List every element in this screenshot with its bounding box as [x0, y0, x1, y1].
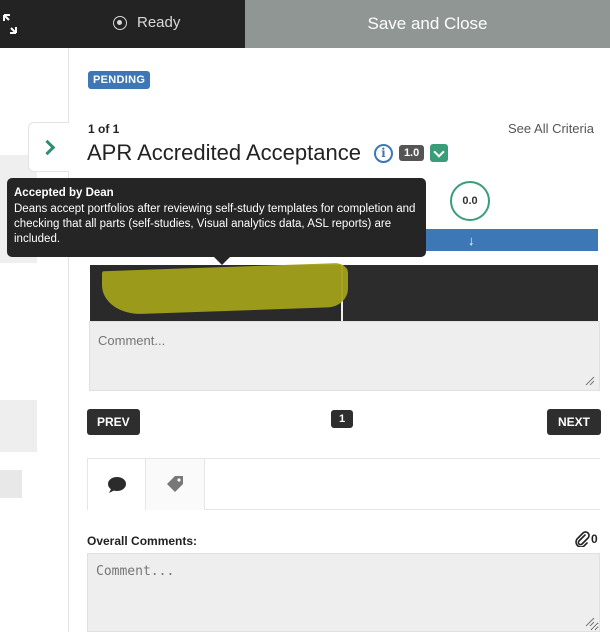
arrow-down-icon: ↓ — [468, 233, 475, 248]
level-tooltip: Accepted by Dean Deans accept portfolios… — [7, 178, 426, 265]
resize-handle-icon[interactable] — [585, 376, 595, 386]
left-panel-row — [0, 400, 37, 452]
see-all-criteria-link[interactable]: See All Criteria — [508, 121, 594, 136]
score-circle: 0.0 — [450, 181, 490, 221]
chevron-right-icon — [39, 139, 55, 155]
top-toolbar: Ready Save and Close — [0, 0, 610, 48]
left-panel-row — [0, 470, 22, 498]
rubric-level[interactable] — [343, 265, 598, 321]
criterion-counter: 1 of 1 — [88, 122, 120, 136]
page-number[interactable]: 1 — [331, 410, 353, 428]
info-icon[interactable]: i — [373, 143, 393, 163]
tooltip-title: Accepted by Dean — [14, 187, 114, 199]
tab-comments[interactable] — [87, 459, 146, 510]
attachment-button[interactable]: 0 — [574, 531, 598, 547]
rubric-level[interactable] — [90, 262, 348, 321]
status-area: Ready — [0, 0, 245, 48]
save-and-close-button[interactable]: Save and Close — [245, 0, 610, 48]
status-label: Ready — [137, 14, 181, 31]
paperclip-icon — [575, 531, 590, 547]
expand-icon[interactable] — [3, 14, 17, 34]
rubric-levels — [90, 262, 598, 321]
tooltip-body: Deans accept portfolios after reviewing … — [14, 203, 416, 245]
ready-icon — [113, 15, 127, 30]
criterion-comment-input[interactable] — [89, 321, 600, 391]
chevron-down-icon[interactable] — [430, 144, 449, 162]
overall-comment-input[interactable] — [87, 553, 600, 632]
criterion-header: APR Accredited Acceptance i 1.0 — [87, 140, 449, 166]
prev-button[interactable]: PREV — [87, 409, 140, 435]
tab-tags[interactable] — [146, 459, 205, 510]
overall-comments-label: Overall Comments: — [87, 534, 198, 548]
status-indicator: Ready — [113, 14, 180, 31]
status-badge: PENDING — [88, 71, 151, 89]
expand-panel-button[interactable] — [28, 122, 69, 172]
redaction-highlight — [102, 262, 348, 316]
comment-tabs — [87, 458, 600, 510]
next-button[interactable]: NEXT — [547, 409, 602, 435]
tag-icon — [167, 475, 183, 492]
resize-handle-icon[interactable] — [585, 617, 595, 627]
criterion-title: APR Accredited Acceptance — [87, 140, 361, 165]
weight-badge: 1.0 — [398, 145, 425, 161]
attachment-count: 0 — [591, 532, 598, 546]
comment-icon — [107, 476, 126, 493]
